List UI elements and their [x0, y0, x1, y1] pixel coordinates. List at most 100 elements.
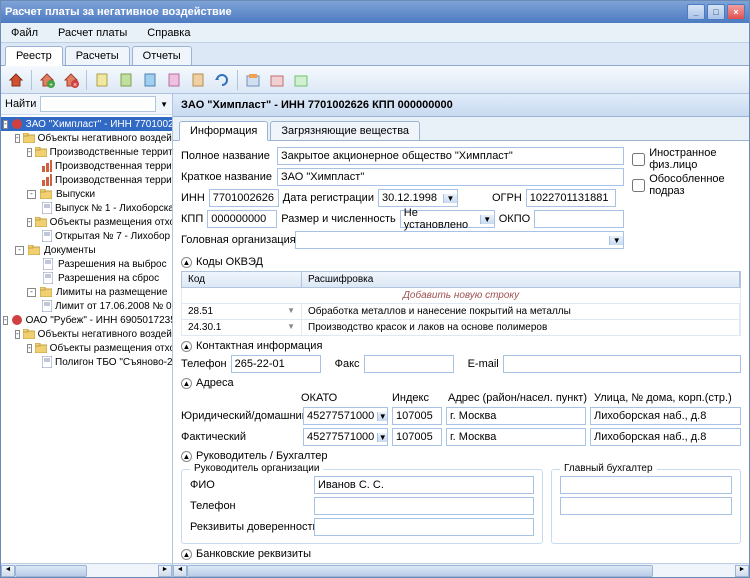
expand-icon[interactable]: -: [27, 148, 32, 157]
headorg-field[interactable]: ▼: [295, 231, 624, 249]
contact-toggle[interactable]: ▲: [181, 341, 192, 352]
inner-tab-pollutants[interactable]: Загрязняющие вещества: [270, 121, 420, 140]
tree-node[interactable]: -ЗАО "Химпласт" - ИНН 77010026: [1, 117, 172, 131]
addr-actual-street[interactable]: [590, 428, 741, 446]
addr-legal-street[interactable]: [590, 407, 741, 425]
short-name-field[interactable]: ЗАО "Химпласт": [277, 168, 624, 186]
tree-node[interactable]: -Объекты размещения отход: [1, 215, 172, 229]
tree-node[interactable]: Открытая № 7 - Лихобор: [1, 229, 172, 243]
acc-phone-field[interactable]: [560, 497, 732, 515]
tab-reports[interactable]: Отчеты: [132, 46, 192, 65]
main-hscroll[interactable]: ◄ ►: [173, 563, 749, 577]
scroll-left-icon[interactable]: ◄: [1, 565, 15, 577]
inner-tab-info[interactable]: Информация: [179, 121, 268, 141]
expand-icon[interactable]: -: [15, 134, 20, 143]
chevron-down-icon[interactable]: ▼: [480, 215, 494, 224]
acc-fio-field[interactable]: [560, 476, 732, 494]
scroll-right-icon[interactable]: ►: [158, 565, 172, 577]
scroll-thumb[interactable]: [187, 565, 653, 577]
proxy-field[interactable]: [314, 518, 534, 536]
chevron-down-icon[interactable]: ▼: [443, 194, 457, 203]
addr-toggle[interactable]: ▲: [181, 378, 192, 389]
find-input[interactable]: [40, 96, 156, 112]
scroll-thumb[interactable]: [15, 565, 87, 577]
menu-help[interactable]: Справка: [143, 25, 194, 41]
tree-node[interactable]: Разрешения на выброс: [1, 257, 172, 271]
tree-node[interactable]: Лимит от 17.06.2008 № 08-: [1, 299, 172, 313]
okved-toggle[interactable]: ▲: [181, 257, 192, 268]
tbtn-action3[interactable]: [290, 69, 312, 91]
bank-toggle[interactable]: ▲: [181, 549, 192, 560]
tbtn-action1[interactable]: [242, 69, 264, 91]
tree-node[interactable]: Разрешения на сброс: [1, 271, 172, 285]
menu-file[interactable]: Файл: [7, 25, 42, 41]
kpp-field[interactable]: [207, 210, 277, 228]
tree-node[interactable]: -Производственные территор: [1, 145, 172, 159]
tbtn-doc2[interactable]: [115, 69, 137, 91]
tbtn-home-add[interactable]: +: [36, 69, 58, 91]
tab-registry[interactable]: Реестр: [5, 46, 63, 66]
addr-actual-index[interactable]: [392, 428, 442, 446]
expand-icon[interactable]: -: [27, 344, 32, 353]
tbtn-home[interactable]: [5, 69, 27, 91]
addr-legal-okato[interactable]: 45277571000▼: [303, 407, 388, 425]
expand-icon[interactable]: -: [3, 316, 8, 325]
tree-node[interactable]: Производственная террит: [1, 159, 172, 173]
fax-field[interactable]: [364, 355, 454, 373]
minimize-button[interactable]: _: [687, 4, 705, 20]
fio-field[interactable]: [314, 476, 534, 494]
expand-icon[interactable]: -: [27, 190, 36, 199]
tree-node[interactable]: -Объекты негативного воздейст: [1, 131, 172, 145]
addr-actual-region[interactable]: [446, 428, 586, 446]
tree-node[interactable]: -Лимиты на размещение: [1, 285, 172, 299]
phone-field[interactable]: [231, 355, 321, 373]
tbtn-doc5[interactable]: [187, 69, 209, 91]
tree-node[interactable]: Полигон ТБО "Съяново-2": [1, 355, 172, 369]
regdate-field[interactable]: 30.12.1998▼: [378, 189, 458, 207]
menu-calc[interactable]: Расчет платы: [54, 25, 131, 41]
chevron-down-icon[interactable]: ▼: [287, 322, 295, 331]
foreign-checkbox[interactable]: [632, 153, 645, 166]
chevron-down-icon[interactable]: ▼: [377, 433, 387, 442]
addr-legal-index[interactable]: [392, 407, 442, 425]
tree-node[interactable]: Производственная террит: [1, 173, 172, 187]
tbtn-doc3[interactable]: [139, 69, 161, 91]
tree-node[interactable]: Выпуск № 1 - Лихоборская: [1, 201, 172, 215]
tbtn-doc4[interactable]: [163, 69, 185, 91]
addr-legal-region[interactable]: [446, 407, 586, 425]
mgmt-toggle[interactable]: ▲: [181, 451, 192, 462]
tbtn-doc1[interactable]: [91, 69, 113, 91]
tbtn-refresh[interactable]: [211, 69, 233, 91]
tree-node[interactable]: -Документы: [1, 243, 172, 257]
expand-icon[interactable]: -: [15, 330, 20, 339]
tab-calcs[interactable]: Расчеты: [65, 46, 130, 65]
size-field[interactable]: Не установлено▼: [400, 210, 495, 228]
scroll-left-icon[interactable]: ◄: [173, 565, 187, 577]
sidebar-hscroll[interactable]: ◄ ►: [1, 563, 172, 577]
tbtn-action2[interactable]: [266, 69, 288, 91]
okpo-field[interactable]: [534, 210, 624, 228]
tree-node[interactable]: -Объекты негативного воздейст: [1, 327, 172, 341]
expand-icon[interactable]: -: [3, 120, 8, 129]
table-row[interactable]: 28.51▼Обработка металлов и нанесение пок…: [181, 304, 741, 320]
scroll-right-icon[interactable]: ►: [735, 565, 749, 577]
chevron-down-icon[interactable]: ▼: [609, 236, 623, 245]
mgmt-phone-field[interactable]: [314, 497, 534, 515]
find-dropdown-icon[interactable]: ▼: [160, 100, 168, 109]
chevron-down-icon[interactable]: ▼: [377, 412, 387, 421]
chevron-down-icon[interactable]: ▼: [287, 306, 295, 315]
separate-checkbox[interactable]: [632, 179, 645, 192]
org-tree[interactable]: -ЗАО "Химпласт" - ИНН 77010026-Объекты н…: [1, 115, 172, 563]
addr-actual-okato[interactable]: 45277571000▼: [303, 428, 388, 446]
close-button[interactable]: ×: [727, 4, 745, 20]
table-row[interactable]: 24.30.1▼Производство красок и лаков на о…: [181, 320, 741, 336]
tree-node[interactable]: -ОАО "Рубеж" - ИНН 69050172352: [1, 313, 172, 327]
expand-icon[interactable]: -: [27, 288, 36, 297]
expand-icon[interactable]: -: [27, 218, 32, 227]
email-field[interactable]: [503, 355, 741, 373]
tbtn-home-del[interactable]: ×: [60, 69, 82, 91]
expand-icon[interactable]: -: [15, 246, 24, 255]
tree-node[interactable]: -Выпуски: [1, 187, 172, 201]
okved-add-hint[interactable]: Добавить новую строку: [181, 288, 741, 304]
ogrn-field[interactable]: [526, 189, 616, 207]
